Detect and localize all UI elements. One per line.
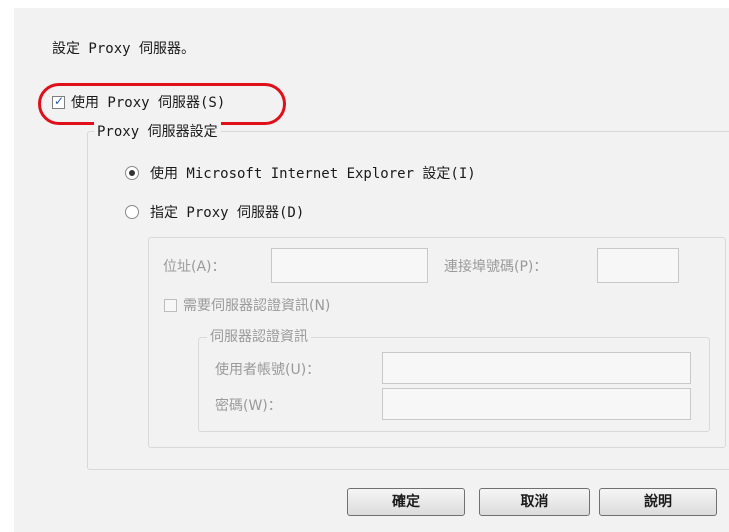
password-label: 密碼(W)： bbox=[215, 398, 282, 414]
password-input[interactable] bbox=[382, 388, 691, 420]
specify-proxy-label[interactable]: 指定 Proxy 伺服器(D) bbox=[150, 202, 304, 222]
auth-info-legend: 伺服器認證資訊 bbox=[207, 326, 311, 346]
address-label: 位址(A)： bbox=[163, 259, 226, 275]
port-input[interactable] bbox=[597, 248, 679, 283]
proxy-settings-legend: Proxy 伺服器設定 bbox=[94, 121, 221, 141]
cancel-button[interactable]: 取消 bbox=[479, 488, 590, 516]
username-label: 使用者帳號(U)： bbox=[215, 362, 321, 378]
specify-proxy-radio[interactable] bbox=[125, 205, 139, 219]
username-input[interactable] bbox=[382, 352, 691, 384]
require-auth-label[interactable]: 需要伺服器認證資訊(N) bbox=[183, 295, 330, 315]
address-input[interactable] bbox=[271, 248, 428, 283]
annotation-highlight-circle bbox=[38, 83, 286, 125]
require-auth-checkbox[interactable] bbox=[164, 299, 177, 312]
dialog-description: 設定 Proxy 伺服器。 bbox=[52, 41, 196, 57]
radio-selected-dot bbox=[129, 170, 135, 176]
help-button[interactable]: 說明 bbox=[599, 488, 717, 516]
ok-button[interactable]: 確定 bbox=[347, 488, 465, 516]
use-ie-settings-label[interactable]: 使用 Microsoft Internet Explorer 設定(I) bbox=[150, 163, 476, 183]
port-label: 連接埠號碼(P)： bbox=[444, 259, 548, 275]
use-ie-settings-radio[interactable] bbox=[125, 166, 139, 180]
